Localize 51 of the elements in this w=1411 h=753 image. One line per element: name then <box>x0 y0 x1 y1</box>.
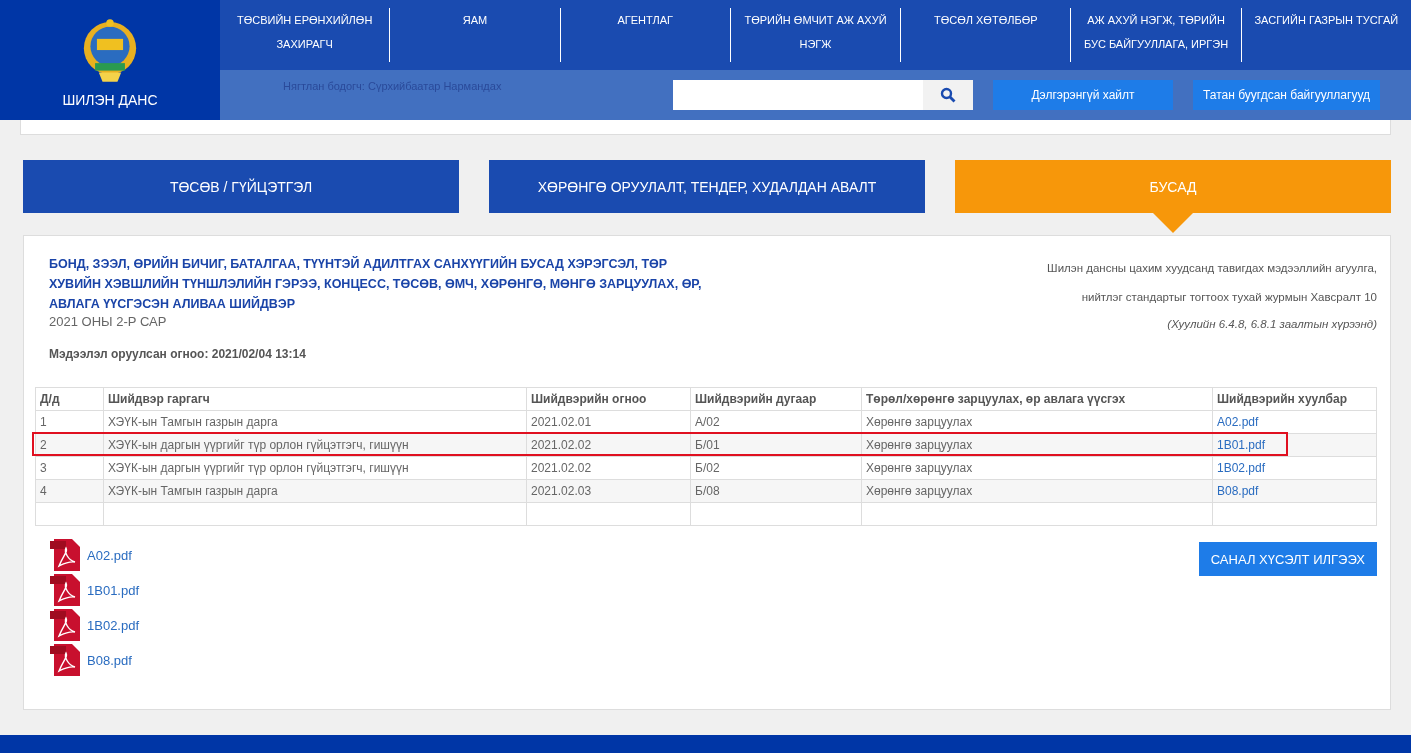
report-period: 2021 ОНЫ 2-Р САР <box>49 314 168 329</box>
pdf-file-icon <box>50 538 82 572</box>
table-cell: 3 <box>35 456 104 480</box>
table-cell: 2021.02.02 <box>526 456 691 480</box>
table-cell: ХЭҮК-ын даргын үүргийг түр орлон гүйцэтгэгч, гишүүн <box>103 456 527 480</box>
attachment-link[interactable]: 1B01.pdf <box>87 582 140 598</box>
logo-panel[interactable]: ШИЛЭН ДАНС <box>0 0 220 120</box>
nav-link[interactable]: ЗАСГИЙН ГАЗРЫН ТУСГАЙ <box>1240 8 1411 62</box>
nav-link[interactable]: АЖ АХУЙ НЭГЖ, ТӨРИЙН БУС БАЙГУУЛЛАГА, ИРГЭН <box>1070 8 1241 62</box>
logo-text: ШИЛЭН ДАНС <box>62 92 158 108</box>
file-link[interactable]: 1B01.pdf <box>1217 438 1266 452</box>
table-cell: Хөрөнгө зарцуулах <box>861 479 1213 503</box>
report-title: БОНД, ЗЭЭЛ, ӨРИЙН БИЧИГ, БАТАЛГАА, ТҮҮНТЭЙ АДИЛТГАХ САНХҮҮГИЙН БУСАД ХЭРЭГСЭЛ, ТӨР ХУВИЙН ХЭВШЛИЙН ТҮНШЛЭЛИЙН ГЭРЭЭ, КОНЦЕСС, ТӨСӨВ, ӨМЧ, ХӨРӨНГӨ, МӨНГӨ ЗАРЦУУЛАХ, ӨР, АВЛАГА ҮҮСГЭСЭН АЛИВАА ШИЙДВЭР <box>49 255 703 313</box>
table-cell: 4 <box>35 479 104 503</box>
column-header: Шийдвэрийн дугаар <box>690 387 862 411</box>
file-link[interactable]: B08.pdf <box>1217 484 1259 498</box>
column-header: Төрөл/хөрөнгө зарцуулах, өр авлага үүсгэх <box>861 387 1213 411</box>
column-header: Д/д <box>35 387 104 411</box>
table-cell: 2021.02.03 <box>526 479 691 503</box>
category-tab[interactable]: ХӨРӨНГӨ ОРУУЛАЛТ, ТЕНДЕР, ХУДАЛДАН АВАЛТ <box>489 160 925 213</box>
regulation-note: нийтлэг стандартыг тогтоох тухай журмын Хавсралт 10 <box>1080 290 1377 305</box>
nav-link[interactable]: ТӨСВИЙН ЕРӨНХИЙЛӨН ЗАХИРАГЧ <box>220 8 390 62</box>
table-cell: Хөрөнгө зарцуулах <box>861 456 1213 480</box>
column-header: Шийдвэрийн хуулбар <box>1212 387 1377 411</box>
updated-date: Мэдээлэл оруулсан огноо: 2021/02/04 13:14 <box>49 347 307 361</box>
regulation-note: (Хуулийн 6.4.8, 6.8.1 заалтын хүрээнд) <box>1166 317 1377 332</box>
attachment-link[interactable]: 1B02.pdf <box>87 617 140 633</box>
header-button[interactable]: Дэлгэрэнгүй хайлт <box>993 80 1173 110</box>
header-button[interactable]: Татан буугдсан байгууллагууд <box>1193 80 1381 110</box>
table-cell: Б/02 <box>690 456 862 480</box>
category-tab[interactable]: ТӨСӨВ / ГҮЙЦЭТГЭЛ <box>23 160 459 213</box>
table-cell: 1 <box>35 410 104 434</box>
nav-link[interactable]: ЯАМ <box>389 8 560 62</box>
emblem-icon <box>82 18 138 84</box>
feedback-button[interactable]: САНАЛ ХҮСЭЛТ ИЛГЭЭХ <box>1198 542 1377 576</box>
nav-link[interactable]: АГЕНТЛАГ <box>559 8 730 62</box>
file-link[interactable]: 1B02.pdf <box>1217 461 1266 475</box>
pdf-file-icon <box>50 643 82 677</box>
file-link[interactable]: A02.pdf <box>1217 415 1259 429</box>
pdf-file-icon <box>50 608 82 642</box>
attachment-link[interactable]: A02.pdf <box>87 547 132 563</box>
regulation-note: Шилэн дансны цахим хуудсанд тавигдах мэдээллийн агуулга, <box>1047 261 1377 276</box>
column-header: Шийдвэр гаргагч <box>103 387 527 411</box>
table-cell: Б/08 <box>690 479 862 503</box>
nav-link[interactable]: ТӨРИЙН ӨМЧИТ АЖ АХУЙ НЭГЖ <box>729 8 901 62</box>
search-icon[interactable] <box>923 80 973 110</box>
attachment-link[interactable]: B08.pdf <box>87 652 132 668</box>
table-cell: ХЭҮК-ын Тамгын газрын дарга <box>103 479 527 503</box>
column-header: Шийдвэрийн огноо <box>526 387 691 411</box>
pdf-file-icon <box>50 573 82 607</box>
nav-link[interactable]: ТӨСӨЛ ХӨТӨЛБӨР <box>900 8 1071 62</box>
